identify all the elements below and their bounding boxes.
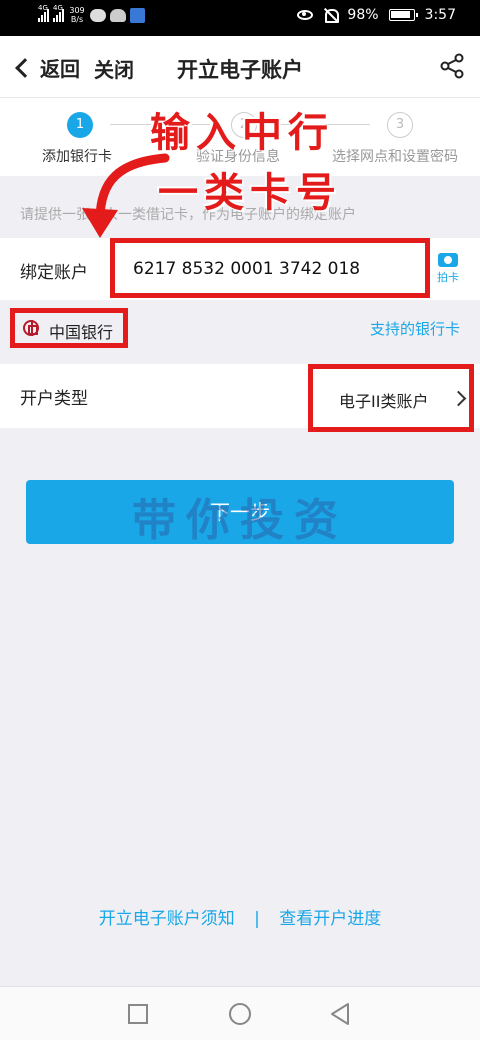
footer-separator: | — [254, 909, 260, 929]
annotation-text-line-1: 输入中行 — [150, 110, 334, 156]
bank-info: 中国银行 — [10, 308, 128, 348]
back-triangle-icon[interactable] — [328, 1002, 352, 1026]
recent-apps-icon[interactable] — [128, 1004, 148, 1024]
eye-icon — [297, 10, 314, 20]
step-3-marker: 3 — [387, 112, 413, 138]
step-1-marker: 1 — [67, 112, 93, 138]
share-icon[interactable] — [438, 52, 466, 80]
annotation-text-line-2: 一类卡号 — [158, 170, 342, 216]
account-type-row[interactable]: 开户类型 电子II类账户 — [0, 364, 480, 432]
camera-icon — [438, 253, 458, 267]
mute-icon — [323, 8, 340, 23]
system-nav-bar — [0, 986, 480, 1040]
nav-bar: 返回 关闭 开立电子账户 — [0, 36, 480, 98]
signal-icon: 4G — [38, 4, 49, 22]
app-icon — [130, 7, 145, 23]
watermark-text: 带你投资 — [132, 495, 348, 546]
status-left: 4G 4G 309 B/s — [38, 4, 145, 24]
status-right: 98% 3:57 — [297, 7, 456, 23]
chevron-right-icon — [450, 390, 467, 407]
card-number-input[interactable]: 6217 8532 0001 3742 018 — [110, 238, 430, 298]
progress-link[interactable]: 查看开户进度 — [279, 909, 381, 929]
bank-of-china-icon — [23, 320, 39, 336]
card-number-value: 6217 8532 0001 3742 018 — [133, 259, 361, 279]
bind-account-row: 绑定账户 6217 8532 0001 3742 018 拍卡 — [0, 238, 480, 300]
home-icon[interactable] — [229, 1003, 251, 1025]
account-notice-link[interactable]: 开立电子账户须知 — [99, 909, 235, 929]
scan-card-label: 拍卡 — [437, 271, 459, 284]
footer-links: 开立电子账户须知 | 查看开户进度 — [0, 904, 480, 929]
supported-cards-link[interactable]: 支持的银行卡 — [370, 318, 460, 339]
battery-icon — [388, 9, 418, 21]
chat-icon — [90, 8, 106, 22]
account-type-label: 开户类型 — [20, 389, 88, 409]
bank-name: 中国银行 — [49, 323, 114, 342]
status-bar: 4G 4G 309 B/s 98% 3:57 — [0, 0, 480, 36]
scan-card-button[interactable]: 拍卡 — [436, 253, 460, 285]
bind-account-label: 绑定账户 — [20, 263, 88, 283]
clock: 3:57 — [424, 7, 456, 23]
battery-percent: 98% — [347, 7, 379, 23]
account-type-selector[interactable]: 电子II类账户 — [308, 364, 474, 432]
page-title: 开立电子账户 — [177, 58, 303, 82]
account-type-value: 电子II类账户 — [339, 392, 429, 411]
network-speed: 309 B/s — [69, 6, 85, 24]
step-3-label: 选择网点和设置密码 — [332, 149, 458, 165]
signal-icon: 4G — [53, 4, 64, 22]
cloud-icon — [110, 8, 126, 22]
